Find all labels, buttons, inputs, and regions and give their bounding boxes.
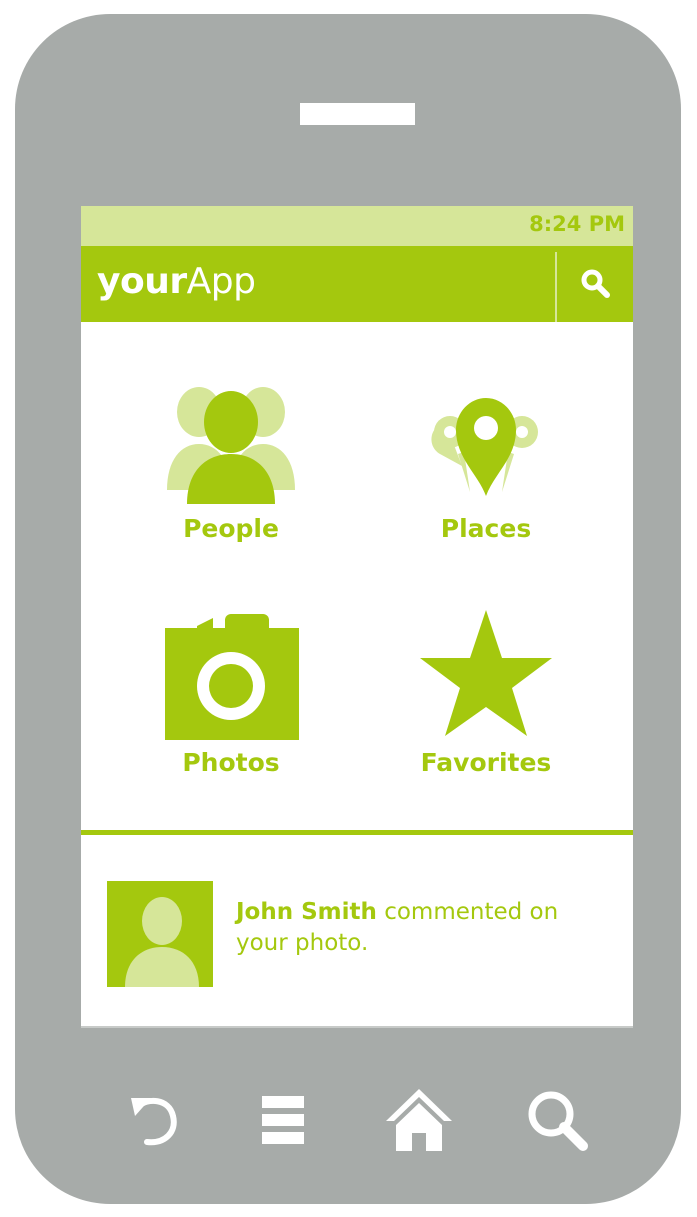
app-title-bold: your <box>97 261 187 302</box>
people-icon <box>167 387 295 504</box>
action-bar-divider <box>555 252 557 322</box>
tile-label: Places <box>440 514 532 543</box>
screen: 8:24 PM yourApp People Places Photos Fav… <box>81 206 633 1028</box>
speaker-slot <box>300 103 415 125</box>
app-title-regular: App <box>186 261 256 302</box>
tile-label: People <box>183 514 279 543</box>
app-title: yourApp <box>97 261 256 302</box>
home-button[interactable] <box>384 1085 454 1155</box>
tile-favorites[interactable]: Favorites <box>386 608 586 808</box>
menu-button[interactable] <box>248 1085 318 1155</box>
status-bar: 8:24 PM <box>81 206 633 246</box>
camera-icon <box>165 614 299 740</box>
tile-photos[interactable]: Photos <box>131 608 331 808</box>
notification-user: John Smith <box>236 899 377 925</box>
search-button[interactable] <box>522 1085 592 1155</box>
tile-label: Favorites <box>420 748 552 777</box>
action-bar: yourApp <box>81 246 633 322</box>
menu-icon <box>262 1096 304 1144</box>
back-button[interactable] <box>120 1085 190 1155</box>
back-icon <box>131 1097 177 1146</box>
map-pin-icon <box>431 398 538 496</box>
tile-label: Photos <box>182 748 280 777</box>
home-icon <box>386 1089 452 1151</box>
search-icon <box>581 269 610 298</box>
avatar <box>107 881 213 987</box>
notification-text: John Smith commented on your photo. <box>236 897 616 959</box>
star-icon <box>420 610 552 736</box>
search-icon <box>528 1091 588 1151</box>
notification-item[interactable]: John Smith commented on your photo. <box>81 835 633 1028</box>
action-search-button[interactable] <box>559 246 633 322</box>
tile-people[interactable]: People <box>131 374 331 574</box>
status-time: 8:24 PM <box>529 212 625 236</box>
avatar-icon <box>125 897 199 987</box>
screen-bottom-edge <box>81 1026 633 1028</box>
tile-places[interactable]: Places <box>386 374 586 574</box>
